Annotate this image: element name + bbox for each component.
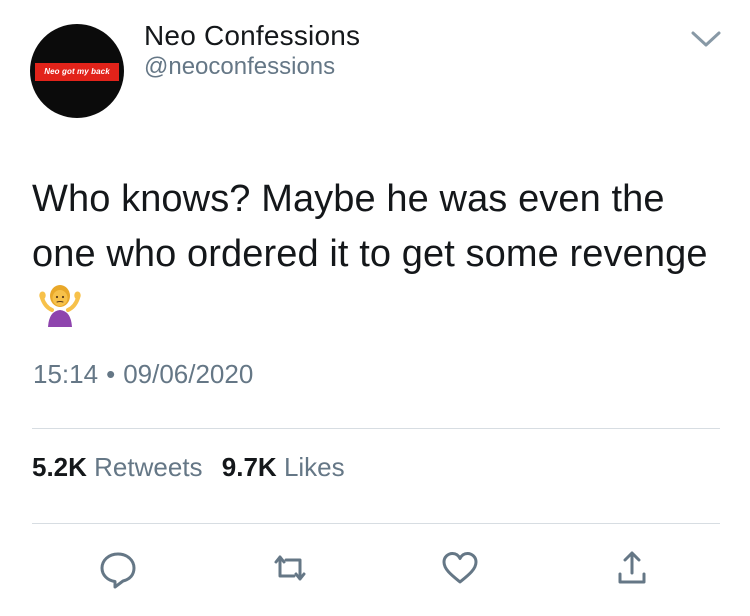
- tweet-card: Neo got my back Neo Confessions @neoconf…: [0, 0, 750, 616]
- share-icon[interactable]: [610, 546, 654, 590]
- avatar-badge-text: Neo got my back: [35, 63, 119, 81]
- person-shrugging-emoji: [38, 283, 82, 327]
- tweet-timestamp: 15:14 • 09/06/2020: [33, 359, 253, 390]
- action-bar: [0, 546, 750, 596]
- meta-separator: •: [106, 359, 116, 389]
- likes-count: 9.7K: [221, 452, 277, 482]
- chevron-down-icon[interactable]: [690, 28, 722, 50]
- display-name[interactable]: Neo Confessions: [144, 20, 360, 52]
- likes-label: Likes: [283, 452, 345, 482]
- tweet-text: Who knows? Maybe he was even the one who…: [32, 172, 732, 337]
- user-handle[interactable]: @neoconfessions: [144, 53, 335, 81]
- retweets-count: 5.2K: [32, 452, 87, 482]
- tweet-stats: 5.2K Retweets 9.7K Likes: [32, 452, 345, 483]
- divider: [32, 523, 720, 524]
- avatar[interactable]: Neo got my back: [30, 24, 124, 118]
- reply-icon[interactable]: [96, 546, 140, 590]
- retweets-stat[interactable]: 5.2K Retweets: [32, 452, 203, 483]
- tweet-date: 09/06/2020: [123, 359, 254, 389]
- tweet-body: Who knows? Maybe he was even the one who…: [32, 178, 708, 275]
- retweet-icon[interactable]: [268, 546, 312, 590]
- retweets-label: Retweets: [94, 452, 203, 482]
- heart-icon[interactable]: [438, 546, 482, 590]
- divider: [32, 428, 720, 429]
- likes-stat[interactable]: 9.7K Likes: [222, 452, 345, 483]
- tweet-time: 15:14: [33, 359, 99, 389]
